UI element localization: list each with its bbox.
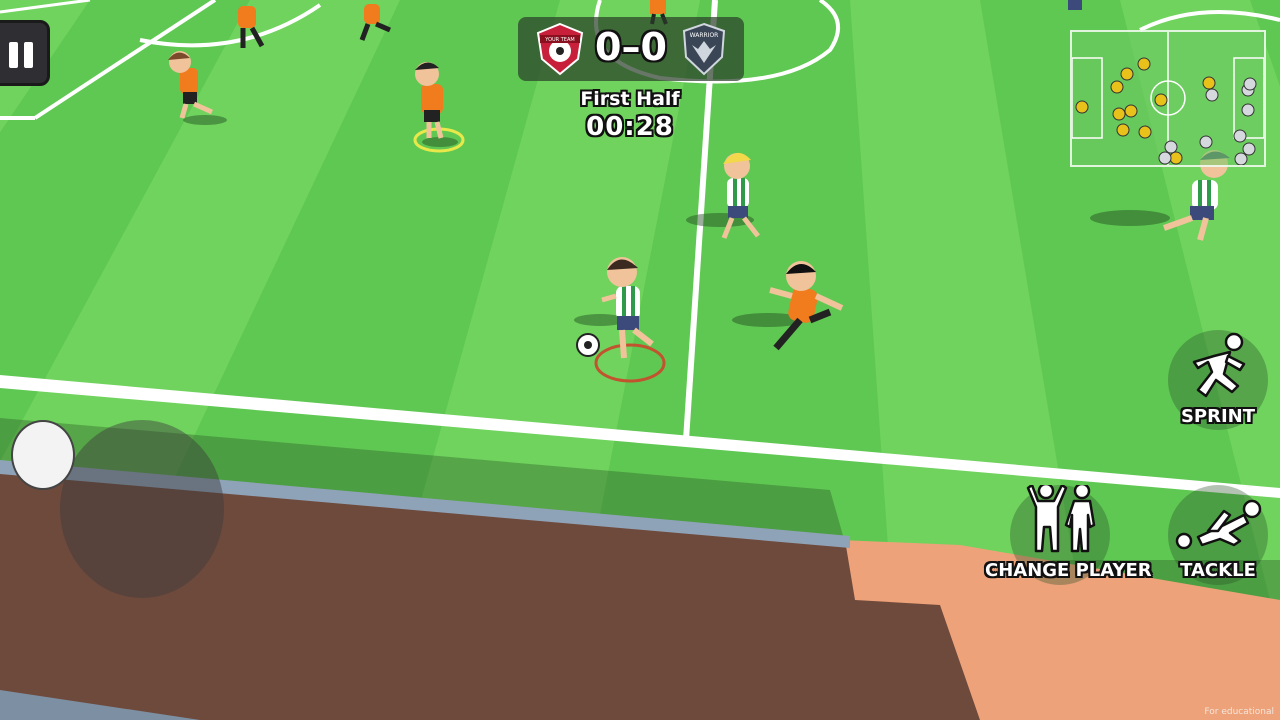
home-badge-text: YOUR TEAM [544,37,574,43]
joystick-knob[interactable] [11,420,75,490]
score-display: 0–0 [584,23,678,71]
pause-button[interactable] [0,20,50,86]
home-team-badge-icon: YOUR TEAM [536,22,584,76]
sprint-label: SPRINT [1180,406,1256,427]
home-score: 0 [595,25,622,69]
change-player-label: CHANGE PLAYER [985,560,1152,581]
match-clock: 00:28 [586,112,674,142]
minimap [1070,30,1266,167]
ball [576,333,600,357]
scoreboard: YOUR TEAM 0–0 WARRIOR [518,17,744,81]
tackle-label: TACKLE [1180,560,1256,581]
match-period: First Half [580,88,680,110]
change-player-icon [1026,482,1096,553]
away-team-badge-icon: WARRIOR [682,22,726,76]
score-separator: – [621,25,641,69]
away-badge-text: WARRIOR [690,32,719,39]
watermark-text: For educational [1204,707,1274,717]
minimap-pitch [1071,32,1265,166]
away-score: 0 [640,25,667,69]
tackle-icon [1175,499,1262,550]
movement-joystick[interactable] [60,420,224,598]
away-player-4 [1068,0,1082,10]
